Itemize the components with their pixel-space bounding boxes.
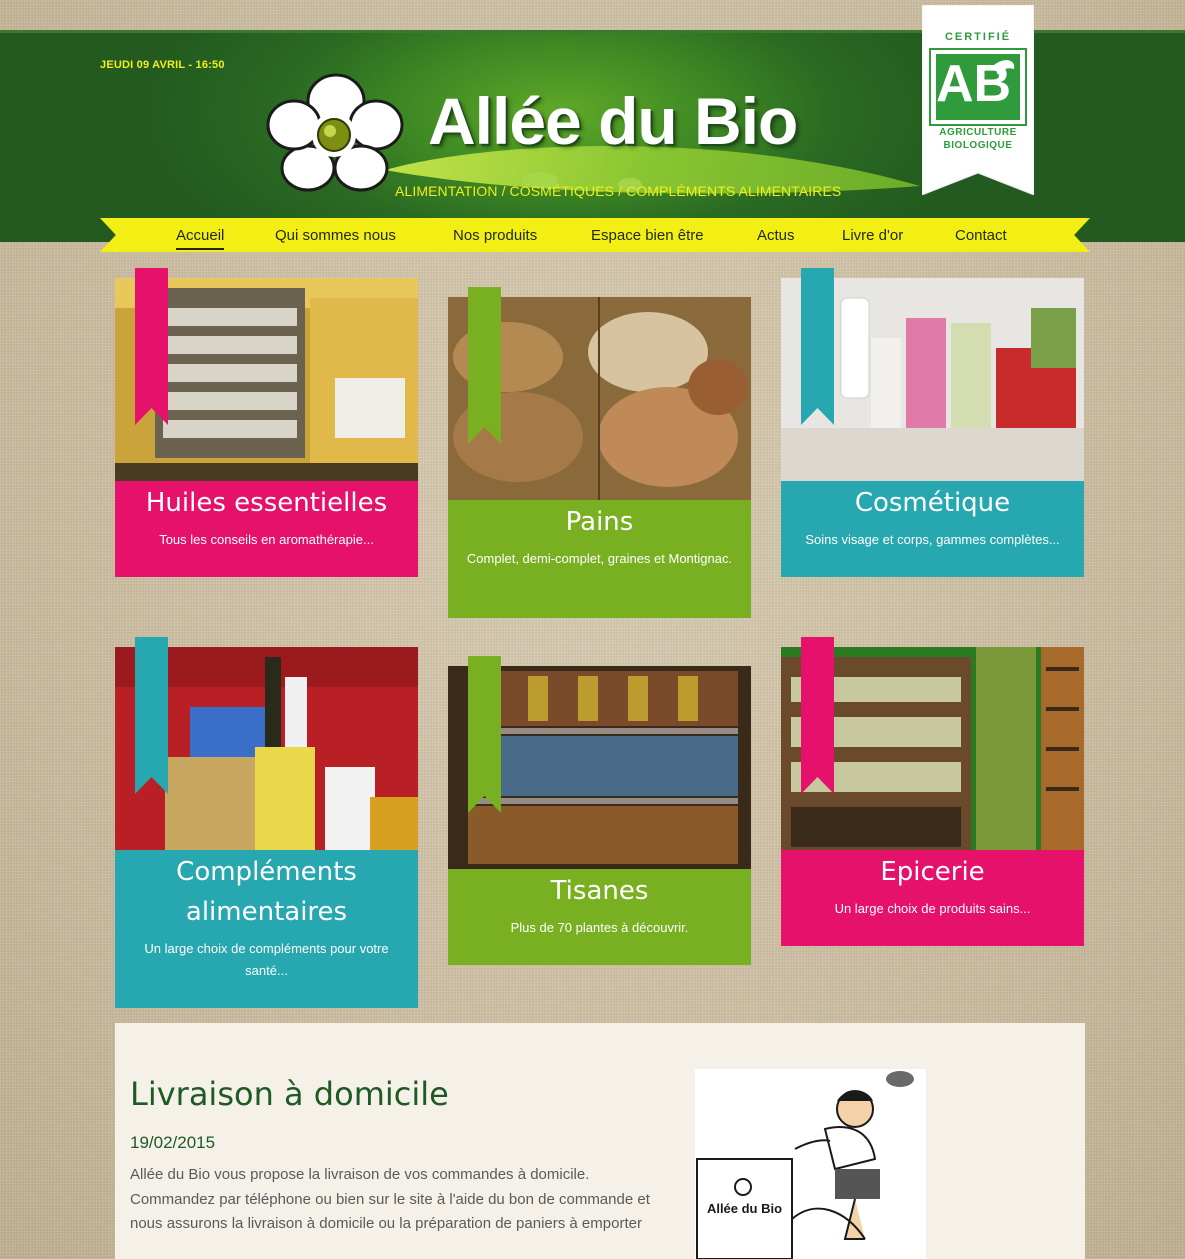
news-title[interactable]: Livraison à domicile <box>130 1075 449 1113</box>
category-card-huiles[interactable]: Huiles essentielles Tous les conseils en… <box>115 268 418 577</box>
card-panel-pains: Pains Complet, demi-complet, graines et … <box>448 500 751 618</box>
site-header: JEUDI 09 AVRIL - 16:50 Allée du Bio ALIM… <box>0 4 1185 242</box>
badge-letters: AB <box>936 55 1012 113</box>
delivery-illustration: Allée du Bio <box>695 1069 926 1259</box>
card-title-complements: Compléments alimentaires <box>176 857 357 927</box>
delivery-scooter-icon <box>695 1069 926 1259</box>
nav-item-nos-produits[interactable]: Nos produits <box>453 227 537 244</box>
category-card-epicerie[interactable]: Epicerie Un large choix de produits sain… <box>781 637 1084 946</box>
category-card-cosmetique[interactable]: Cosmétique Soins visage et corps, gammes… <box>781 268 1084 577</box>
card-desc-huiles: Tous les conseils en aromathérapie... <box>159 532 374 547</box>
category-card-pains[interactable]: Pains Complet, demi-complet, graines et … <box>448 287 751 618</box>
card-title-pains: Pains <box>565 507 634 537</box>
nav-item-espace-bien-etre[interactable]: Espace bien être <box>591 227 704 244</box>
header-date: JEUDI 09 AVRIL - 16:50 <box>100 59 225 71</box>
card-panel-huiles: Huiles essentielles Tous les conseils en… <box>115 481 418 577</box>
bookmark-ribbon-icon <box>468 287 501 444</box>
bookmark-ribbon-icon <box>468 656 501 813</box>
news-body: Allée du Bio vous propose la livraison d… <box>130 1166 650 1232</box>
category-card-complements[interactable]: Compléments alimentaires Un large choix … <box>115 637 418 1008</box>
main-nav: Accueil Qui sommes nous Nos produits Esp… <box>100 218 1090 252</box>
bookmark-ribbon-icon <box>801 268 834 425</box>
news-date: 19/02/2015 <box>130 1133 216 1152</box>
badge-line2: BIOLOGIQUE <box>943 140 1013 151</box>
flower-logo-icon <box>266 73 404 192</box>
card-title-cosmetique: Cosmétique <box>854 488 1011 518</box>
bookmark-ribbon-icon <box>135 637 168 794</box>
card-title-epicerie: Epicerie <box>880 857 985 887</box>
site-tagline: ALIMENTATION / COSMÉTIQUES / COMPLÉMENTS… <box>395 183 842 199</box>
card-desc-epicerie: Un large choix de produits sains... <box>834 901 1031 916</box>
delivery-box-label: Allée du Bio <box>706 1201 783 1216</box>
badge-top-text: CERTIFIÉ <box>944 31 1012 43</box>
nav-item-contact[interactable]: Contact <box>955 227 1007 244</box>
nav-item-livre-dor[interactable]: Livre d'or <box>842 227 903 244</box>
card-panel-cosmetique: Cosmétique Soins visage et corps, gammes… <box>781 481 1084 577</box>
ab-certification-badge: CERTIFIÉ AB AGRICULTURE BIOLOGIQUE <box>921 4 1035 196</box>
card-desc-tisanes: Plus de 70 plantes à découvrir. <box>510 920 689 935</box>
site-title[interactable]: Allée du Bio <box>428 83 798 159</box>
category-card-tisanes[interactable]: Tisanes Plus de 70 plantes à découvrir. <box>448 656 751 965</box>
card-panel-epicerie: Epicerie Un large choix de produits sain… <box>781 850 1084 946</box>
card-title-huiles: Huiles essentielles <box>145 488 388 518</box>
nav-item-qui-sommes-nous[interactable]: Qui sommes nous <box>275 227 396 244</box>
card-title-tisanes: Tisanes <box>550 876 649 906</box>
card-desc-cosmetique: Soins visage et corps, gammes complètes.… <box>805 532 1060 547</box>
card-desc-pains: Complet, demi-complet, graines et Montig… <box>466 551 733 566</box>
nav-item-accueil[interactable]: Accueil <box>176 227 225 250</box>
news-article: Livraison à domicile 19/02/2015 Allée du… <box>115 1023 1085 1259</box>
nav-item-actus[interactable]: Actus <box>757 227 795 244</box>
card-desc-complements: Un large choix de compléments pour votre… <box>144 941 389 978</box>
badge-line1: AGRICULTURE <box>939 127 1017 138</box>
card-panel-tisanes: Tisanes Plus de 70 plantes à découvrir. <box>448 869 751 965</box>
bookmark-ribbon-icon <box>135 268 168 425</box>
bookmark-ribbon-icon <box>801 637 834 794</box>
card-panel-complements: Compléments alimentaires Un large choix … <box>115 850 418 1008</box>
